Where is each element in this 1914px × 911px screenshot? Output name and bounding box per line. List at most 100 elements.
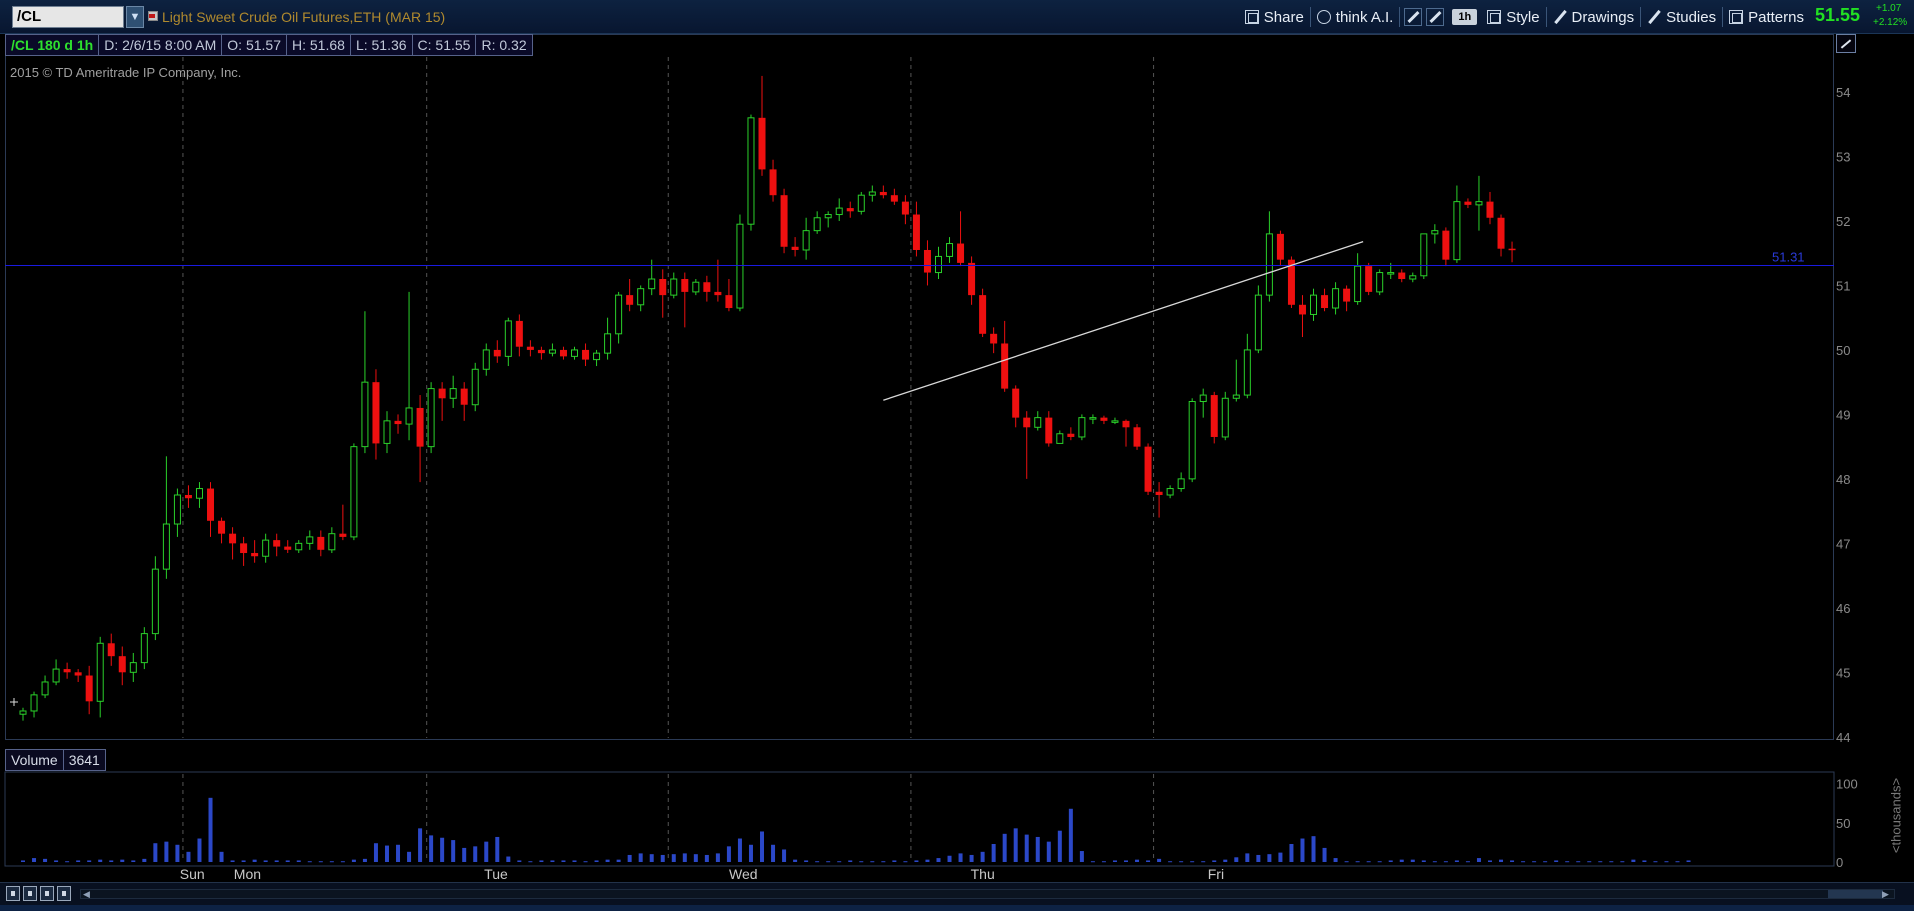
candle[interactable] xyxy=(1475,175,1483,231)
candle[interactable] xyxy=(1144,443,1152,495)
candle[interactable] xyxy=(427,382,435,454)
candle[interactable] xyxy=(1265,211,1273,302)
candle[interactable] xyxy=(1254,285,1262,354)
candle[interactable] xyxy=(438,382,446,421)
candle[interactable] xyxy=(30,691,38,718)
candle[interactable] xyxy=(780,188,788,254)
candle[interactable] xyxy=(890,188,898,205)
candle[interactable] xyxy=(273,533,281,557)
candle[interactable] xyxy=(218,517,226,544)
candle[interactable] xyxy=(317,530,325,557)
candle[interactable] xyxy=(1354,253,1362,305)
candle[interactable] xyxy=(934,246,942,280)
candle[interactable] xyxy=(1243,333,1251,399)
candle[interactable] xyxy=(52,659,60,686)
candle[interactable] xyxy=(394,414,402,434)
candle[interactable] xyxy=(703,275,711,302)
candle[interactable] xyxy=(637,285,645,312)
zoom-in-icon[interactable] xyxy=(6,886,20,901)
candle[interactable] xyxy=(107,633,115,666)
candle[interactable] xyxy=(493,340,501,363)
candle[interactable] xyxy=(604,317,612,360)
candle[interactable] xyxy=(1343,285,1351,312)
candle[interactable] xyxy=(1232,359,1240,402)
candle[interactable] xyxy=(1486,191,1494,225)
candle[interactable] xyxy=(1365,262,1373,296)
symbol-period-label[interactable]: /CL 180 d 1h xyxy=(5,34,100,56)
candle[interactable] xyxy=(1409,272,1417,283)
candle[interactable] xyxy=(868,185,876,202)
candle[interactable] xyxy=(339,504,347,541)
chart-canvas[interactable]: 51.31 44 45 46 47 48 49 50 51 52 53 54 100 50 0 Sun Mon… xyxy=(0,0,1914,882)
candle[interactable] xyxy=(240,536,248,566)
candle[interactable] xyxy=(328,527,336,554)
candle[interactable] xyxy=(1298,295,1306,338)
candle[interactable] xyxy=(659,269,667,318)
candle[interactable] xyxy=(615,291,623,344)
candle[interactable] xyxy=(1276,230,1284,267)
candle[interactable] xyxy=(1056,430,1064,444)
candle[interactable] xyxy=(912,201,920,257)
candle[interactable] xyxy=(537,346,545,360)
candle[interactable] xyxy=(593,349,601,367)
candle[interactable] xyxy=(901,195,909,225)
candle[interactable] xyxy=(725,279,733,312)
candle[interactable] xyxy=(1398,269,1406,283)
candle[interactable] xyxy=(879,185,887,199)
candle[interactable] xyxy=(482,343,490,376)
time-scrollbar[interactable] xyxy=(80,889,1895,899)
candle[interactable] xyxy=(548,343,556,357)
candle[interactable] xyxy=(416,395,424,483)
candle[interactable] xyxy=(846,201,854,218)
candle[interactable] xyxy=(184,485,192,508)
candle[interactable] xyxy=(1111,417,1119,425)
candle[interactable] xyxy=(670,272,678,299)
candle[interactable] xyxy=(471,362,479,412)
candle[interactable] xyxy=(582,343,590,367)
candle[interactable] xyxy=(19,707,27,721)
candle[interactable] xyxy=(361,311,369,454)
candle[interactable] xyxy=(383,411,391,454)
candle[interactable] xyxy=(460,382,468,421)
candle[interactable] xyxy=(1464,198,1472,209)
candle[interactable] xyxy=(162,456,170,579)
candle[interactable] xyxy=(1442,227,1450,267)
candle[interactable] xyxy=(96,636,104,718)
candle[interactable] xyxy=(372,369,380,460)
candle[interactable] xyxy=(681,272,689,328)
candle[interactable] xyxy=(559,346,567,360)
candle[interactable] xyxy=(1089,414,1097,425)
candle[interactable] xyxy=(118,646,126,686)
candle[interactable] xyxy=(1001,320,1009,392)
candle[interactable] xyxy=(990,327,998,354)
candle[interactable] xyxy=(1210,391,1218,444)
candle[interactable] xyxy=(1221,391,1229,441)
candle[interactable] xyxy=(968,256,976,305)
scrollbar-thumb[interactable] xyxy=(1828,890,1883,898)
candle[interactable] xyxy=(1177,472,1185,492)
candle[interactable] xyxy=(835,198,843,221)
candle[interactable] xyxy=(923,240,931,286)
expand-icon[interactable] xyxy=(1836,34,1856,53)
candle[interactable] xyxy=(857,191,865,215)
candle[interactable] xyxy=(957,211,965,267)
candle[interactable] xyxy=(74,669,82,682)
candle[interactable] xyxy=(1497,214,1505,257)
candle[interactable] xyxy=(1078,414,1086,441)
candle[interactable] xyxy=(1045,411,1053,447)
candle[interactable] xyxy=(824,211,832,228)
candle[interactable] xyxy=(1431,224,1439,244)
candle[interactable] xyxy=(1453,185,1461,263)
scroll-lock-icon[interactable] xyxy=(57,886,71,901)
candle[interactable] xyxy=(1100,415,1108,425)
candle[interactable] xyxy=(229,527,237,560)
candle[interactable] xyxy=(284,540,292,554)
candle[interactable] xyxy=(1155,482,1163,518)
candle[interactable] xyxy=(151,556,159,641)
candle[interactable] xyxy=(251,540,259,563)
candle[interactable] xyxy=(1310,288,1318,321)
candle[interactable] xyxy=(526,340,534,357)
candle[interactable] xyxy=(1034,411,1042,431)
candle[interactable] xyxy=(1122,419,1130,447)
candle[interactable] xyxy=(85,665,93,715)
